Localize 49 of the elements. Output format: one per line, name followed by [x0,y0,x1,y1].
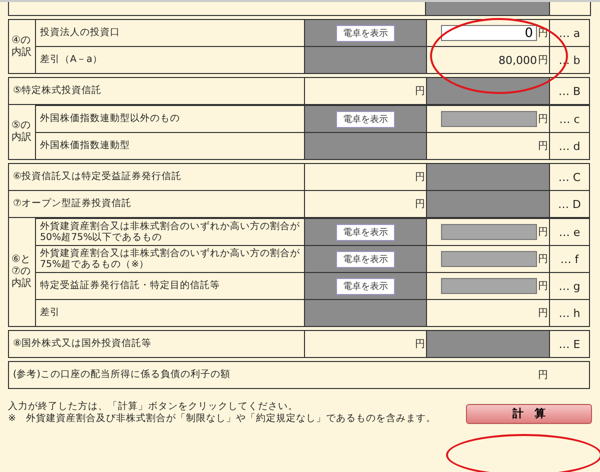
row-label: ⑦オープン型証券投資信託 [13,198,132,210]
instruction-text: ※ 外貨建資産割合及び非株式割合が「制限なし」や「約定規定なし」であるものを含みます。 [8,413,436,426]
calculator-button[interactable]: 電卓を表示 [336,250,395,268]
row-label: 投資法人の投資口 [40,27,120,39]
calculator-button[interactable]: 電卓を表示 [336,24,395,42]
line-marker: … a [558,26,580,40]
line-marker: … E [558,338,580,350]
row-label: (参考)この口座の配当所得に係る負債の利子の額 [13,369,230,381]
yen-unit: 円 [415,198,425,211]
yen-unit: 円 [538,253,548,266]
line-marker: … C [558,170,581,184]
line-marker: … g [558,280,580,292]
line-marker: … D [558,198,581,210]
line-marker: … h [558,306,580,320]
yen-unit: 円 [538,369,548,382]
line-marker: … c [559,112,580,126]
row-label: 外貨建資産割合又は非株式割合のいずれか高い方の割合が75%超であるもの（※） [40,248,300,270]
yen-unit: 円 [415,85,425,98]
line-marker: … d [558,140,580,152]
yen-unit: 円 [538,113,548,126]
row-label: 差引（A－a） [40,54,102,66]
yen-unit: 円 [538,54,548,67]
yen-unit: 円 [538,280,548,293]
line-marker: … f [560,252,579,266]
row-label: 外国株価指数連動型 [40,140,130,152]
yen-unit: 円 [538,226,548,239]
calculator-button[interactable]: 電卓を表示 [336,224,395,240]
group-label: ⑥と⑦の内訳 [12,254,32,290]
line-marker: … e [558,226,580,238]
yen-unit: 円 [538,140,548,153]
row-label: ⑤特定株式投資信託 [13,85,102,97]
instruction-text: 入力が終了した方は、「計算」ボタンをクリックしてください。 [8,401,299,413]
group-label: ④の内訳 [12,34,32,58]
row-label: ⑧国外株式又は国外投資信託等 [13,338,152,350]
line-marker: … B [558,84,581,98]
row-label: 特定受益証券発行信託・特定目的信託等 [40,280,220,292]
row-label: 外国株価指数連動型以外のもの [40,113,180,125]
yen-unit: 円 [415,338,425,351]
row-label: 外貨建資産割合又は非株式割合のいずれか高い方の割合が50%超75%以下であるもの [40,220,300,244]
row-label: 差引 [40,307,60,319]
group-label: ⑤の内訳 [12,120,32,144]
row-label: ⑥投資信託又は特定受益証券発行信託 [13,171,182,183]
calculator-button[interactable]: 電卓を表示 [336,278,395,294]
yen-unit: 円 [538,307,548,320]
calculate-button[interactable]: 計 算 [466,404,592,424]
amount-input[interactable]: 0 [441,25,537,41]
calculator-button[interactable]: 電卓を表示 [336,110,395,128]
yen-unit: 円 [415,171,425,184]
amount-value: 80,000 [498,54,537,66]
